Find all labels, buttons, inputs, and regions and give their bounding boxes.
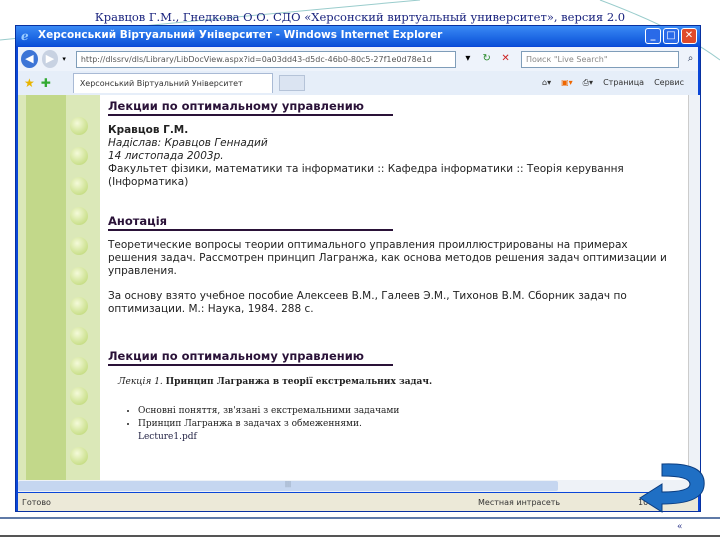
vertical-scrollbar[interactable]	[688, 95, 700, 480]
title-bar: ℯ Херсонський Віртуальний Університет - …	[16, 26, 700, 46]
tab-current[interactable]: Херсонський Віртуальний Університет	[72, 73, 273, 93]
new-tab-button[interactable]	[278, 75, 305, 91]
tools-menu[interactable]: Сервис	[654, 78, 684, 88]
heading-lectures: Лекции по оптимальному управлению	[108, 100, 393, 116]
add-favorites-icon[interactable]: ✚	[41, 76, 51, 90]
binder-strip	[18, 95, 100, 480]
slide-title: Кравцов Г.М., Гнедкова О.О. СДО «Херсонс…	[94, 10, 626, 24]
return-arrow-icon[interactable]	[632, 458, 712, 518]
favorites-star-icon[interactable]: ★	[24, 76, 35, 90]
heading-lectures-2: Лекции по оптимальному управлению	[108, 350, 393, 366]
list-item: Принцип Лагранжа в задачах з обмеженнями…	[138, 418, 680, 431]
stop-icon[interactable]: ✕	[498, 51, 513, 67]
source-reference: За основу взято учебное пособие Алексеев…	[108, 290, 627, 315]
address-input[interactable]: http://dlssrv/dls/Library/LibDocView.asp…	[75, 50, 457, 68]
search-input[interactable]: Поиск "Live Search"	[520, 50, 680, 68]
search-icon[interactable]: ⌕	[683, 51, 698, 67]
back-button[interactable]: ◀	[21, 50, 38, 68]
navigation-bar: ◀ ▶ ▾ http://dlssrv/dls/Library/LibDocVi…	[18, 47, 698, 71]
author: Кравцов Г.М.	[108, 124, 189, 136]
refresh-icon[interactable]: ↻	[479, 51, 494, 67]
lecture-title: Принцип Лагранжа в теорії екстремальних …	[165, 377, 433, 387]
browser-window: ℯ Херсонський Віртуальний Університет - …	[15, 25, 701, 512]
ie-logo-icon: ℯ	[21, 29, 29, 43]
heading-annotation: Анотація	[108, 215, 393, 231]
maximize-button[interactable]: □	[663, 28, 679, 44]
lecture-prefix: Лекція 1.	[118, 377, 163, 387]
home-icon[interactable]: ⌂▾	[542, 78, 551, 88]
minimize-button[interactable]: _	[645, 28, 661, 44]
security-zone: Местная интрасеть	[478, 497, 561, 507]
page-number: «	[677, 522, 683, 532]
abstract: Теоретические вопросы теории оптимальног…	[108, 239, 667, 277]
history-dropdown-icon[interactable]: ▾	[62, 55, 66, 63]
window-title: Херсонський Віртуальний Університет - Wi…	[38, 29, 443, 41]
sent-by: Надіслав: Кравцов Геннадий	[108, 137, 268, 149]
forward-button[interactable]: ▶	[41, 50, 59, 68]
category-path[interactable]: Факультет фізики, математики та інформат…	[108, 163, 628, 189]
list-item: Основні поняття, зв'язані з екстремальни…	[138, 405, 680, 418]
file-link[interactable]: Lecture1.pdf	[138, 431, 680, 444]
close-button[interactable]: ✕	[681, 28, 697, 44]
address-dropdown-icon[interactable]: ▾	[460, 51, 475, 67]
print-icon[interactable]: ⎙▾	[583, 78, 593, 88]
status-text: Готово	[22, 497, 51, 507]
tab-bar: ★ ✚ Херсонський Віртуальний Університет …	[18, 71, 698, 95]
page-content: Лекции по оптимальному управлению Кравцо…	[18, 95, 688, 480]
page-menu[interactable]: Страница	[603, 78, 644, 88]
feeds-icon[interactable]: ▣▾	[561, 78, 573, 88]
date: 14 листопада 2003р.	[108, 150, 224, 162]
horizontal-scrollbar[interactable]: |||	[18, 480, 698, 492]
status-bar: Готово Местная интрасеть 100%	[18, 493, 698, 511]
